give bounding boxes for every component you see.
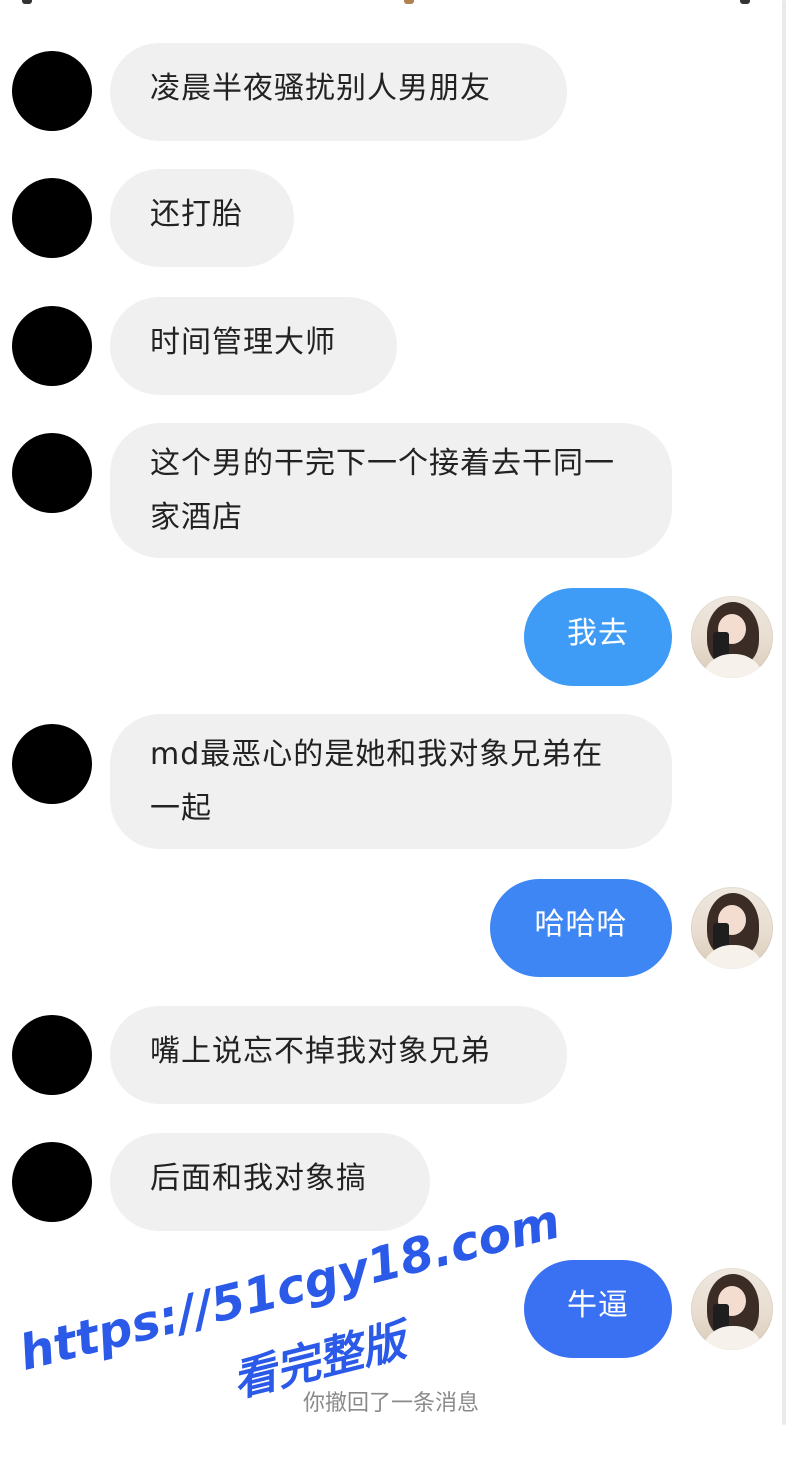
- avatar-photo-body: [701, 945, 765, 969]
- contact-avatar[interactable]: [12, 51, 92, 131]
- message-bubble-incoming[interactable]: 还打胎: [110, 169, 294, 267]
- scrollbar[interactable]: [782, 0, 786, 1425]
- contact-avatar[interactable]: [12, 724, 92, 804]
- self-avatar[interactable]: [691, 887, 773, 969]
- message-bubble-incoming[interactable]: md最恶心的是她和我对象兄弟在一起: [110, 714, 672, 849]
- contact-avatar[interactable]: [12, 178, 92, 258]
- message-text: 我去: [567, 616, 629, 651]
- message-bubble-incoming[interactable]: 嘴上说忘不掉我对象兄弟: [110, 1006, 567, 1104]
- message-text: 后面和我对象搞: [150, 1161, 367, 1196]
- self-avatar[interactable]: [691, 596, 773, 678]
- more-menu-icon[interactable]: [740, 0, 750, 4]
- contact-avatar[interactable]: [12, 433, 92, 513]
- contact-avatar[interactable]: [12, 306, 92, 386]
- header-avatar-icon: [404, 0, 414, 4]
- contact-avatar[interactable]: [12, 1015, 92, 1095]
- back-arrow-icon[interactable]: [22, 0, 32, 4]
- message-bubble-incoming[interactable]: 时间管理大师: [110, 297, 397, 395]
- avatar-photo-body: [701, 1326, 765, 1350]
- message-text: 哈哈哈: [534, 907, 628, 942]
- message-bubble-incoming[interactable]: 凌晨半夜骚扰别人男朋友: [110, 43, 567, 141]
- avatar-photo-body: [701, 654, 765, 678]
- message-text: 嘴上说忘不掉我对象兄弟: [150, 1034, 491, 1069]
- self-avatar[interactable]: [691, 1268, 773, 1350]
- contact-avatar[interactable]: [12, 1142, 92, 1222]
- message-bubble-outgoing[interactable]: 我去: [524, 588, 672, 686]
- recall-notice: 你撤回了一条消息: [302, 1391, 479, 1416]
- message-bubble-outgoing[interactable]: 牛逼: [524, 1260, 672, 1358]
- message-bubble-outgoing[interactable]: 哈哈哈: [490, 879, 672, 977]
- status-bar-edge: [0, 0, 800, 8]
- message-text: 还打胎: [150, 197, 243, 232]
- message-text: 这个男的干完下一个接着去干同一家酒店: [150, 446, 615, 535]
- message-text: 凌晨半夜骚扰别人男朋友: [150, 71, 491, 106]
- message-text: 牛逼: [567, 1288, 629, 1323]
- message-text: 时间管理大师: [150, 325, 336, 360]
- message-text: md最恶心的是她和我对象兄弟在一起: [150, 737, 604, 826]
- message-bubble-incoming[interactable]: 这个男的干完下一个接着去干同一家酒店: [110, 423, 672, 558]
- message-bubble-incoming[interactable]: 后面和我对象搞: [110, 1133, 430, 1231]
